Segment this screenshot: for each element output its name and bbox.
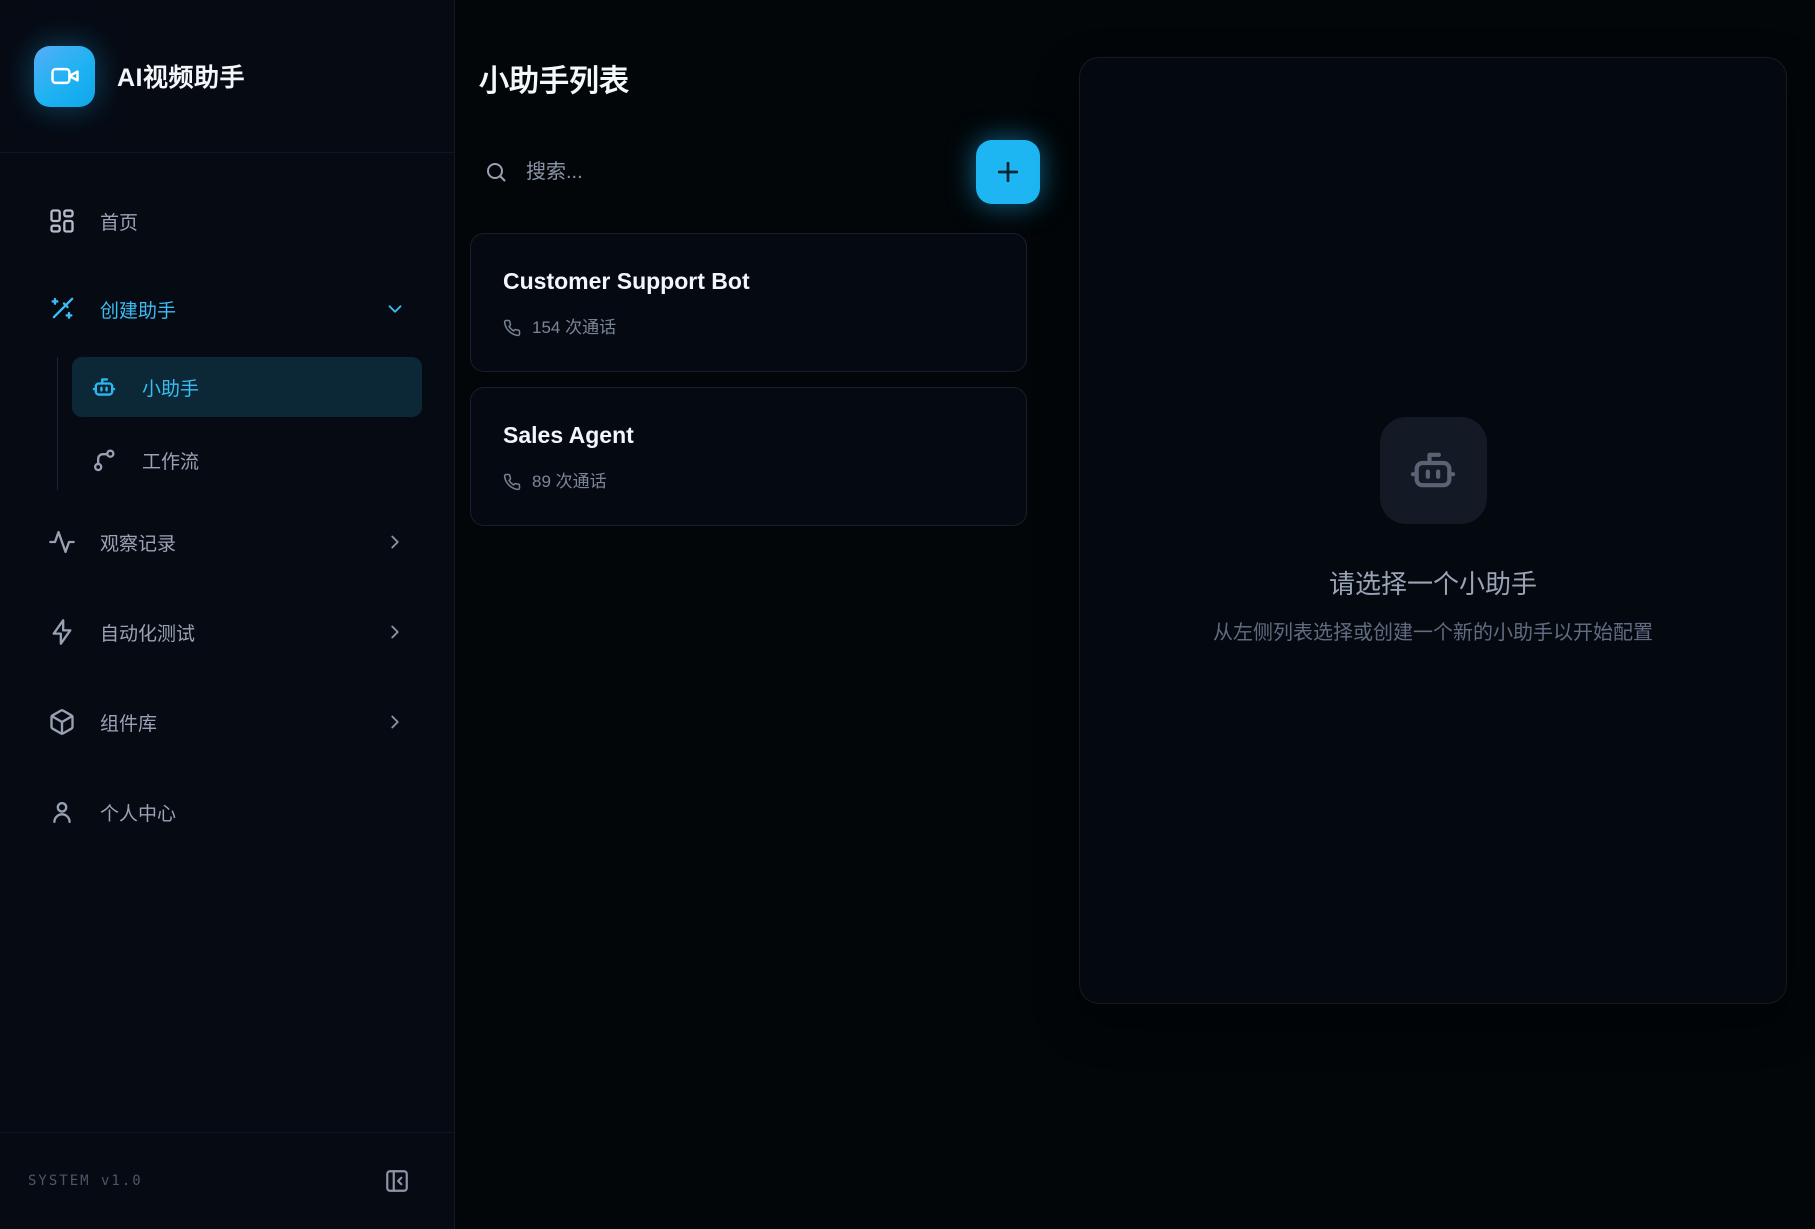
empty-state: 请选择一个小助手 从左侧列表选择或创建一个新的小助手以开始配置 (1213, 417, 1653, 645)
search-input[interactable] (526, 161, 976, 184)
assistant-call-count: 89 次通话 (532, 470, 607, 494)
app-title: AI视频助手 (117, 58, 245, 94)
assistant-list-panel: 小助手列表 (455, 0, 1079, 1229)
sidebar-nav: 首页 创建助手 (0, 153, 454, 1132)
lightning-icon (48, 618, 76, 646)
empty-state-title: 请选择一个小助手 (1329, 564, 1537, 601)
activity-icon (48, 528, 76, 556)
sidebar-item-assistant[interactable]: 小助手 (72, 357, 422, 417)
assistant-call-count: 154 次通话 (532, 316, 616, 340)
system-version: SYSTEM v1.0 (28, 1173, 143, 1189)
search-row (470, 140, 1040, 204)
plus-icon (993, 157, 1023, 187)
assistant-meta: 154 次通话 (503, 316, 994, 340)
sidebar-item-label: 个人中心 (100, 799, 176, 826)
box-icon (48, 708, 76, 736)
assistant-detail-panel: 请选择一个小助手 从左侧列表选择或创建一个新的小助手以开始配置 (1079, 57, 1787, 1004)
sidebar-item-label: 小助手 (142, 374, 199, 401)
sidebar-item-observation[interactable]: 观察记录 (32, 518, 422, 566)
sidebar-item-label: 创建助手 (100, 296, 176, 323)
assistant-meta: 89 次通话 (503, 470, 994, 494)
sidebar-item-component-library[interactable]: 组件库 (32, 698, 422, 746)
sidebar-item-workflow[interactable]: 工作流 (72, 430, 422, 490)
chevron-right-icon (384, 621, 406, 643)
assistant-name: Sales Agent (503, 419, 994, 451)
sidebar-item-label: 观察记录 (100, 529, 176, 556)
sidebar-header: AI视频助手 (0, 0, 454, 153)
chevron-right-icon (384, 711, 406, 733)
robot-icon (90, 373, 118, 401)
phone-icon (503, 473, 521, 491)
app-root: AI视频助手 首页 (0, 0, 1815, 1229)
main-content: 小助手列表 (455, 0, 1815, 1229)
robot-icon (1405, 442, 1461, 498)
chevron-down-icon (384, 298, 406, 320)
sidebar-item-home[interactable]: 首页 (32, 197, 422, 245)
git-branch-icon (90, 446, 118, 474)
sidebar-item-profile[interactable]: 个人中心 (32, 788, 422, 836)
sidebar: AI视频助手 首页 (0, 0, 455, 1229)
dashboard-icon (48, 207, 76, 235)
panel-collapse-icon (384, 1168, 410, 1194)
empty-state-icon-box (1380, 417, 1487, 524)
create-assistant-submenu: 小助手 工作流 (57, 357, 422, 490)
sidebar-item-label: 首页 (100, 208, 138, 235)
sidebar-item-label: 组件库 (100, 709, 157, 736)
magic-wand-icon (48, 295, 76, 323)
sidebar-item-label: 自动化测试 (100, 619, 195, 646)
phone-icon (503, 319, 521, 337)
chevron-right-icon (384, 531, 406, 553)
video-camera-icon (50, 61, 80, 91)
app-logo (34, 46, 95, 107)
assistant-card[interactable]: Customer Support Bot 154 次通话 (470, 233, 1027, 372)
sidebar-item-automation-test[interactable]: 自动化测试 (32, 608, 422, 656)
assistant-card[interactable]: Sales Agent 89 次通话 (470, 387, 1027, 526)
search-icon (484, 160, 508, 184)
search-box (470, 160, 976, 184)
sidebar-item-label: 工作流 (142, 447, 199, 474)
sidebar-collapse-button[interactable] (384, 1168, 410, 1194)
user-icon (48, 798, 76, 826)
assistant-name: Customer Support Bot (503, 265, 994, 297)
add-assistant-button[interactable] (976, 140, 1040, 204)
assistant-list: Customer Support Bot 154 次通话 Sales Agent (470, 233, 1079, 526)
page-title: 小助手列表 (479, 56, 1079, 100)
empty-state-subtitle: 从左侧列表选择或创建一个新的小助手以开始配置 (1213, 616, 1653, 645)
sidebar-footer: SYSTEM v1.0 (0, 1132, 454, 1229)
sidebar-item-create-assistant[interactable]: 创建助手 (32, 285, 422, 333)
